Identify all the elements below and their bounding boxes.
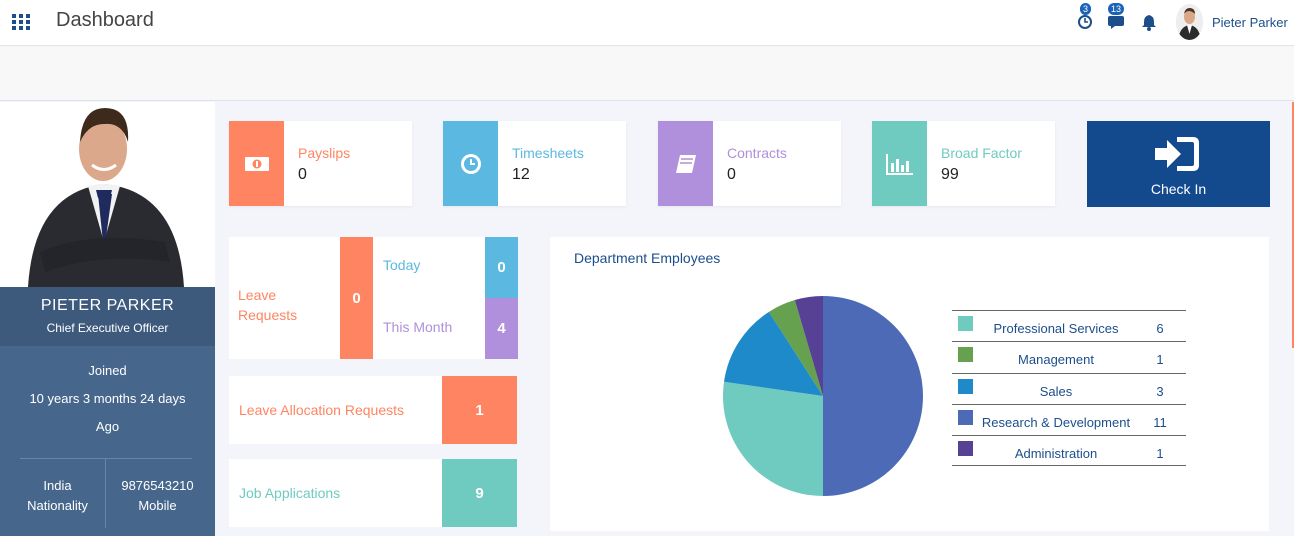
leave-requests-count: 0 bbox=[340, 237, 373, 359]
sign-in-icon bbox=[1155, 137, 1199, 171]
broad-factor-label: Broad Factor bbox=[941, 145, 1022, 161]
profile-name: PIETER PARKER bbox=[40, 297, 175, 314]
contracts-value: 0 bbox=[727, 166, 736, 183]
pie-chart bbox=[723, 296, 923, 496]
top-bar: Dashboard 3 13 Pieter Parker bbox=[0, 0, 1294, 46]
leave-month-value: 4 bbox=[485, 298, 518, 359]
joined-suffix: Ago bbox=[95, 419, 120, 434]
mobile-label: Mobile bbox=[138, 498, 177, 513]
chat-icon[interactable]: 13 bbox=[1108, 3, 1128, 32]
leave-allocation-value: 1 bbox=[442, 376, 517, 444]
apps-grid-icon[interactable] bbox=[12, 14, 30, 30]
chart-title: Department Employees bbox=[574, 250, 721, 266]
legend-swatch bbox=[958, 378, 973, 394]
profile-role: Chief Executive Officer bbox=[46, 321, 169, 335]
leave-requests-card[interactable]: Leave Requests 0 Today 0 This Month 4 bbox=[229, 237, 518, 359]
legend-swatch bbox=[958, 409, 973, 425]
timesheets-value: 12 bbox=[512, 166, 530, 183]
clock-icon[interactable]: 3 bbox=[1077, 3, 1097, 32]
legend-value: 3 bbox=[1156, 383, 1164, 399]
leave-today-value: 0 bbox=[485, 237, 518, 298]
legend-label: Administration bbox=[1014, 446, 1098, 462]
nationality-label: Nationality bbox=[27, 498, 88, 513]
page-title: Dashboard bbox=[56, 9, 154, 31]
job-applications-card[interactable]: Job Applications 9 bbox=[229, 459, 517, 527]
legend-label: Research & Development bbox=[981, 414, 1131, 430]
legend-item: Administration 1 bbox=[952, 435, 1186, 467]
broad-factor-card[interactable]: Broad Factor 99 bbox=[872, 121, 1055, 206]
clock-icon bbox=[443, 121, 498, 206]
legend-value: 1 bbox=[1156, 446, 1164, 462]
check-in-button[interactable]: Check In bbox=[1087, 121, 1270, 207]
chat-badge: 13 bbox=[1108, 3, 1125, 15]
contracts-card[interactable]: Contracts 0 bbox=[658, 121, 841, 206]
sub-header bbox=[0, 47, 1294, 101]
payslips-label: Payslips bbox=[298, 145, 351, 161]
leave-month-label: This Month bbox=[383, 319, 453, 335]
pie-slice-research-development[interactable] bbox=[823, 296, 923, 496]
timesheets-label: Timesheets bbox=[512, 145, 584, 161]
timesheets-card[interactable]: Timesheets 12 bbox=[443, 121, 626, 206]
leave-requests-label: Leave Requests bbox=[238, 287, 298, 323]
legend-item: Professional Services 6 bbox=[952, 310, 1186, 341]
divider bbox=[20, 458, 192, 459]
chart-legend: Professional Services 6 Management 1 Sales 3 R… bbox=[952, 310, 1186, 467]
bar-chart-icon bbox=[872, 121, 927, 206]
clock-badge: 3 bbox=[1080, 3, 1092, 15]
leave-today-label: Today bbox=[383, 257, 421, 273]
legend-value: 6 bbox=[1156, 321, 1164, 336]
legend-swatch bbox=[958, 441, 973, 457]
legend-label: Management bbox=[1018, 352, 1094, 368]
joined-duration: 10 years 3 months 24 days bbox=[29, 391, 186, 406]
legend-item: Research & Development 11 bbox=[952, 403, 1186, 435]
payslips-value: 0 bbox=[298, 166, 307, 183]
department-employees-card: Department Employees Professional Servic… bbox=[550, 237, 1269, 531]
payslips-card[interactable]: Payslips 0 bbox=[229, 121, 412, 206]
legend-label: Sales bbox=[1039, 383, 1073, 399]
check-in-label: Check In bbox=[1150, 181, 1207, 197]
job-applications-value: 9 bbox=[442, 459, 517, 527]
legend-swatch bbox=[958, 316, 973, 331]
pie-slice-professional-services[interactable] bbox=[723, 381, 823, 496]
leave-allocation-label: Leave Allocation Requests bbox=[239, 402, 404, 418]
bell-icon[interactable] bbox=[1141, 12, 1161, 32]
legend-item: Management 1 bbox=[952, 341, 1186, 372]
profile-details: Joined 10 years 3 months 24 days Ago Ind… bbox=[0, 346, 215, 536]
broad-factor-value: 99 bbox=[941, 166, 959, 183]
contracts-label: Contracts bbox=[727, 145, 787, 161]
profile-photo bbox=[0, 102, 215, 287]
nationality-info: India Nationality bbox=[10, 476, 105, 516]
legend-value: 1 bbox=[1156, 352, 1164, 368]
leave-allocation-card[interactable]: Leave Allocation Requests 1 bbox=[229, 376, 517, 444]
legend-item: Sales 3 bbox=[952, 372, 1186, 404]
legend-swatch bbox=[958, 347, 973, 363]
mobile-info: 9876543210 Mobile bbox=[105, 476, 210, 516]
job-applications-label: Job Applications bbox=[239, 485, 341, 501]
money-icon bbox=[229, 121, 284, 206]
nationality-value: India bbox=[43, 478, 72, 493]
mobile-value: 9876543210 bbox=[121, 478, 194, 493]
avatar[interactable] bbox=[1176, 4, 1203, 40]
book-icon bbox=[658, 121, 713, 206]
joined-label: Joined bbox=[88, 363, 127, 378]
user-name[interactable]: Pieter Parker bbox=[1212, 15, 1288, 30]
legend-value: 11 bbox=[1153, 414, 1167, 430]
legend-label: Professional Services bbox=[993, 321, 1119, 336]
profile-card: PIETER PARKER Chief Executive Officer Jo… bbox=[0, 102, 215, 536]
